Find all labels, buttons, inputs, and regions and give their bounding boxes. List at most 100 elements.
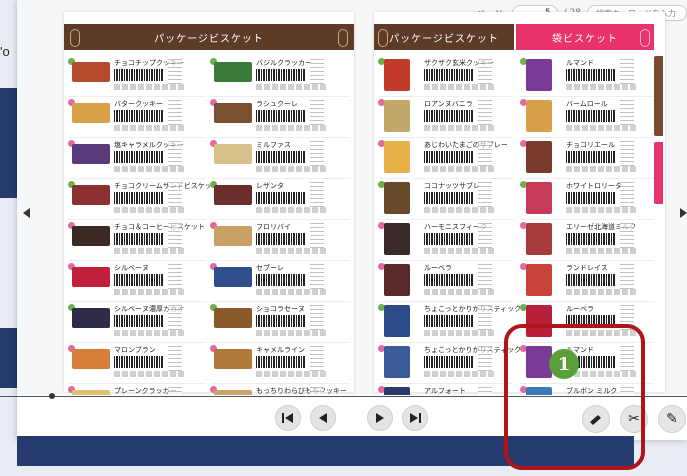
product-item[interactable]: チョコクリームサンドビスケット xyxy=(68,179,219,220)
product-image xyxy=(384,141,410,173)
pencil-button[interactable]: ✎ xyxy=(658,405,686,433)
product-image xyxy=(526,100,552,132)
product-details xyxy=(114,207,184,213)
product-item[interactable]: ルマンド xyxy=(520,56,654,97)
product-name: マロンブラン xyxy=(114,346,156,354)
barcode xyxy=(566,233,616,245)
product-item[interactable]: チョコリエール xyxy=(520,138,654,179)
product-image xyxy=(384,264,410,296)
product-item[interactable]: チョコチップクッキー xyxy=(68,56,206,97)
product-name: ホワイトロリータ xyxy=(566,182,622,190)
section-header-label: パッケージビスケット xyxy=(389,33,499,45)
product-image xyxy=(72,103,110,123)
next-page-arrow-icon[interactable] xyxy=(680,208,687,218)
product-image xyxy=(526,141,552,173)
product-specs xyxy=(168,181,182,207)
product-name: チョコクリームサンドビスケット xyxy=(114,182,219,190)
product-specs xyxy=(620,263,634,289)
product-item[interactable]: ハーモニスフィーク xyxy=(378,220,514,261)
product-name: ちょこっとかりかりスティック xyxy=(424,305,522,313)
product-item[interactable]: エリーゼ北海道ミルク xyxy=(520,220,654,261)
product-specs xyxy=(168,386,182,395)
product-name: もっちりわらびもちクッキー xyxy=(256,387,347,395)
product-item[interactable]: ショコラセーヌ xyxy=(210,302,350,343)
barcode xyxy=(256,192,306,204)
side-index-tab[interactable] xyxy=(654,56,663,136)
product-item[interactable]: バタークッキー xyxy=(68,97,206,138)
product-item[interactable]: フロリバイ xyxy=(210,220,350,261)
product-image xyxy=(384,59,410,91)
product-item[interactable]: ルーベラ xyxy=(378,261,514,302)
product-image xyxy=(72,390,110,395)
product-item[interactable]: キャメルライン xyxy=(210,343,350,384)
barcode xyxy=(566,69,616,81)
catalog-page-left[interactable]: パッケージビスケット チョコチップクッキー バタークッキー 塩キャラメルクッキー チョ… xyxy=(64,12,354,395)
barcode xyxy=(424,151,474,163)
product-specs xyxy=(168,99,182,125)
barcode xyxy=(424,192,474,204)
product-item[interactable]: ランドレイス xyxy=(520,261,654,302)
product-item[interactable]: バームロール xyxy=(520,97,654,138)
product-details xyxy=(256,371,326,377)
product-image xyxy=(214,349,252,369)
product-details xyxy=(256,125,326,131)
product-item[interactable]: ホワイトロリータ xyxy=(520,179,654,220)
barcode xyxy=(256,356,306,368)
product-details xyxy=(424,166,494,172)
product-details xyxy=(424,125,494,131)
product-item[interactable]: ザクザク玄米クッキー xyxy=(378,56,514,97)
product-item[interactable]: プレーンクラッカー xyxy=(68,384,206,395)
product-specs xyxy=(478,58,492,84)
section-header-package-biscuit: パッケージビスケット xyxy=(374,24,514,50)
product-specs xyxy=(310,263,324,289)
skip-first-button[interactable] xyxy=(275,405,301,431)
barcode xyxy=(424,315,474,327)
product-item[interactable]: シルベーヌ濃厚カカオ xyxy=(68,302,206,343)
side-index-tab[interactable] xyxy=(654,142,663,204)
prev-button[interactable] xyxy=(310,405,336,431)
product-image xyxy=(526,264,552,296)
product-item[interactable]: あじわいたまごのサブレー xyxy=(378,138,514,179)
page-slider-handle[interactable] xyxy=(49,393,55,399)
product-image xyxy=(214,62,252,82)
product-item[interactable]: ミルファス xyxy=(210,138,350,179)
product-details xyxy=(114,125,184,131)
product-specs xyxy=(478,263,492,289)
product-item[interactable]: シルベーヌ xyxy=(68,261,206,302)
product-image xyxy=(526,223,552,255)
next-button[interactable] xyxy=(367,405,393,431)
product-details xyxy=(114,371,184,377)
skip-last-button[interactable] xyxy=(402,405,428,431)
product-details xyxy=(114,289,184,295)
product-item[interactable]: もっちりわらびもちクッキー xyxy=(210,384,350,395)
product-item[interactable]: セブーレ xyxy=(210,261,350,302)
product-item[interactable]: 塩キャラメルクッキー xyxy=(68,138,206,179)
product-specs xyxy=(620,140,634,166)
product-item[interactable]: ココナッツサブレ xyxy=(378,179,514,220)
product-item[interactable]: バジルクラッカー xyxy=(210,56,350,97)
product-name: シルベーヌ xyxy=(114,264,149,272)
product-image xyxy=(214,226,252,246)
product-name: ルーベラ xyxy=(566,305,594,313)
product-item[interactable]: アルフォート xyxy=(378,384,514,395)
prev-page-arrow-icon[interactable] xyxy=(23,208,30,218)
annotation-highlight-box xyxy=(504,324,645,470)
product-image xyxy=(72,349,110,369)
product-details xyxy=(114,248,184,254)
section-header-bag-biscuit: 袋ビスケット xyxy=(516,24,654,50)
product-item[interactable]: ちょこっとかりかりスティック xyxy=(378,343,521,384)
product-item[interactable]: ちょこっとかりかりスティック xyxy=(378,302,521,343)
background-partial-text: 'o xyxy=(0,44,10,59)
product-item[interactable]: ラシュクーレ xyxy=(210,97,350,138)
product-details xyxy=(424,84,494,90)
product-item[interactable]: レザンタ xyxy=(210,179,350,220)
barcode xyxy=(114,315,164,327)
product-item[interactable]: チョコ＆コーヒービスケット xyxy=(68,220,206,261)
product-details xyxy=(424,330,494,336)
product-column: ザクザク玄米クッキー ロアンヌバニラ あじわいたまごのサブレー ココナッツサブレ ハーモ… xyxy=(378,56,521,395)
product-item[interactable]: ロアンヌバニラ xyxy=(378,97,514,138)
product-item[interactable]: マロンブラン xyxy=(68,343,206,384)
product-image xyxy=(214,267,252,287)
ornament-icon xyxy=(378,29,388,47)
barcode xyxy=(114,151,164,163)
